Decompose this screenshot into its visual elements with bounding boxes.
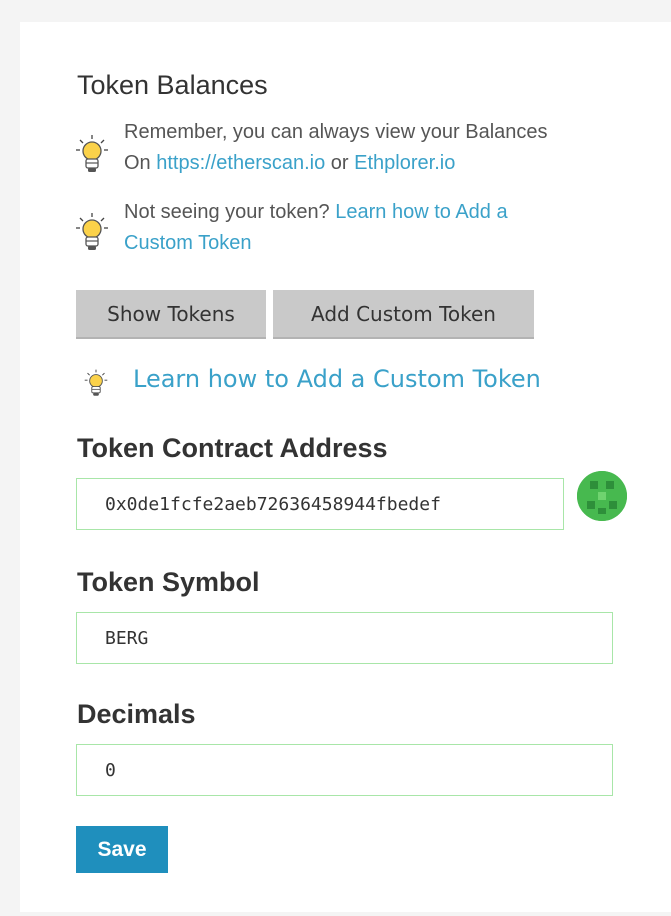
- learn-add-token-link[interactable]: Learn how to Add a: [335, 201, 507, 223]
- save-button[interactable]: Save: [76, 826, 168, 873]
- balances-note-prefix: On: [124, 152, 157, 174]
- add-custom-token-button[interactable]: Add Custom Token: [273, 290, 534, 339]
- address-field[interactable]: [76, 478, 564, 530]
- learn-add-token-link-continued[interactable]: Custom Token: [124, 232, 251, 254]
- identicon-pattern: [577, 471, 627, 521]
- symbol-label: Token Symbol: [77, 567, 260, 597]
- custom-token-note: Not seeing your token? Learn how to Add …: [124, 197, 644, 259]
- decimals-label: Decimals: [77, 699, 196, 729]
- decimals-field[interactable]: [76, 744, 613, 796]
- decimals-input[interactable]: [105, 759, 612, 781]
- balances-note-or: or: [325, 152, 355, 174]
- token-balances-panel: Token Balances Remember, you can always …: [20, 22, 671, 912]
- symbol-input[interactable]: [105, 627, 612, 649]
- panel-title: Token Balances: [77, 70, 268, 100]
- ethplorer-link[interactable]: Ethplorer.io: [354, 152, 455, 174]
- lightbulb-icon: [76, 135, 108, 172]
- address-identicon: [577, 471, 627, 521]
- address-input[interactable]: [105, 493, 563, 515]
- balances-note-text: Remember, you can always view your Balan…: [124, 121, 548, 143]
- etherscan-link[interactable]: https://etherscan.io: [156, 152, 325, 174]
- show-tokens-button[interactable]: Show Tokens: [76, 290, 266, 339]
- address-label: Token Contract Address: [77, 433, 388, 463]
- symbol-field[interactable]: [76, 612, 613, 664]
- lightbulb-icon: [76, 213, 108, 250]
- custom-token-note-text: Not seeing your token?: [124, 201, 336, 223]
- balances-note: Remember, you can always view your Balan…: [124, 117, 644, 179]
- learn-custom-token-link[interactable]: Learn how to Add a Custom Token: [133, 365, 541, 393]
- lightbulb-icon: [84, 369, 108, 396]
